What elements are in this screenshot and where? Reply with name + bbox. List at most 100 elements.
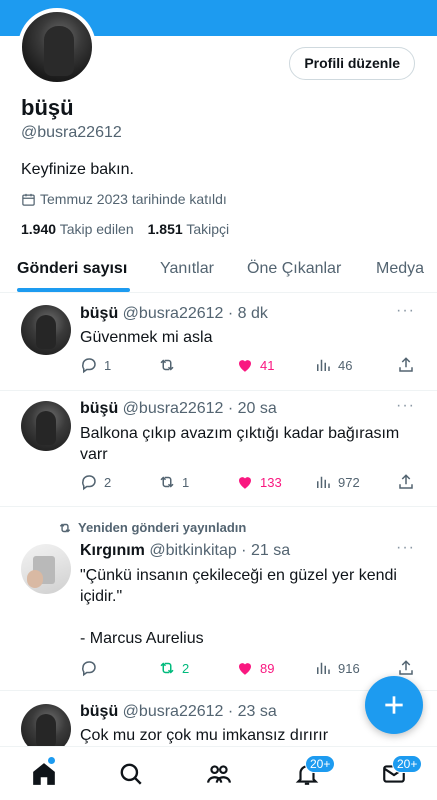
retweet-count: 1 [182,474,190,490]
tweet-meta: @busra22612 · 20 sa [122,400,277,417]
tweet-header: büşü @busra22612 · 20 sa [80,400,277,418]
like-button[interactable]: 89 [236,659,274,677]
heart-icon [239,360,251,372]
profile-avatar[interactable] [18,8,96,86]
tweet[interactable]: büşü @busra22612 · 20 sa ··· Balkona çık… [0,391,437,507]
reply-icon [82,358,96,374]
retweeted-text: Yeniden gönderi yayınladın [78,520,247,535]
retweet-button[interactable]: 2 [158,659,189,677]
profile-name: büşü [21,95,74,120]
tweet-text: Çok mu zor çok mu imkansız dırırır [80,727,329,744]
tab-posts[interactable]: Gönderi sayısı [17,260,127,278]
profile-tabs: Gönderi sayısı Yanıtlar Öne Çıkanlar Med… [0,250,437,293]
retweet-button[interactable]: 1 [158,473,189,491]
home-icon [33,763,55,785]
bottom-navigation: 20+ 20+ [0,746,437,800]
retweeted-label: Yeniden gönderi yayınladın [58,520,246,535]
reply-button[interactable]: 1 [80,356,111,374]
tab-media[interactable]: Medya [376,260,424,278]
views-icon [317,476,330,488]
tab-replies[interactable]: Yanıtlar [160,260,214,278]
followers-link[interactable]: 1.851 Takipçi [148,221,229,237]
like-button[interactable]: 133 [236,473,282,491]
notifications-badge: 20+ [305,755,336,773]
edit-profile-button[interactable]: Profili düzenle [289,47,415,80]
more-icon[interactable]: ··· [396,302,415,320]
retweet-count: 2 [182,660,190,676]
like-count: 133 [260,474,282,490]
active-tab-indicator [17,288,130,292]
share-icon [399,357,413,372]
views-button[interactable]: 46 [314,356,352,374]
tweet[interactable]: büşü @busra22612 · 8 dk ··· Güvenmek mi … [0,294,437,391]
tweet-author-name[interactable]: Kırgınım [80,542,145,559]
tweet-text: Balkona çıkıp avazım çıktığı kadar bağır… [80,425,404,463]
tweet[interactable]: Yeniden gönderi yayınladın Kırgınım @bit… [0,507,437,691]
tweet-author-name[interactable]: büşü [80,305,118,322]
heart-icon [239,477,251,489]
reply-button[interactable] [80,659,104,677]
communities-icon [207,765,231,783]
share-button[interactable] [397,356,415,374]
like-count: 41 [260,357,275,373]
calendar-icon [22,193,35,206]
nav-home[interactable] [31,761,57,787]
views-button[interactable]: 972 [314,473,360,491]
nav-communities[interactable] [206,761,232,787]
tab-highlights[interactable]: Öne Çıkanlar [247,260,341,278]
tweet-header: Kırgınım @bitkinkitap · 21 sa [80,542,290,560]
retweet-icon [59,523,71,532]
views-count: 916 [338,660,360,676]
views-button[interactable]: 916 [314,659,360,677]
profile-handle: @busra22612 [21,124,122,141]
compose-button[interactable] [365,676,423,734]
like-button[interactable]: 41 [236,356,274,374]
tweet-text: "Çünkü insanın çekileceği en güzel yer k… [80,567,397,647]
reply-icon [82,661,96,677]
avatar[interactable] [21,544,71,594]
reply-button[interactable]: 2 [80,473,111,491]
tweet-author-name[interactable]: büşü [80,400,118,417]
reply-count: 1 [104,357,112,373]
profile-bio: Keyfinize bakın. [21,161,134,178]
plus-icon [385,696,403,714]
reply-icon [82,475,96,491]
nav-search[interactable] [118,761,144,787]
avatar[interactable] [21,305,71,355]
tweet-header: büşü @busra22612 · 8 dk [80,305,268,323]
retweet-icon [160,359,174,371]
share-button[interactable] [397,659,415,677]
messages-badge: 20+ [392,755,423,773]
search-icon [120,763,142,785]
more-icon[interactable]: ··· [396,539,415,557]
share-button[interactable] [397,473,415,491]
tweet-text: Güvenmek mi asla [80,329,213,346]
tweet-author-name[interactable]: büşü [80,703,118,720]
following-link[interactable]: 1.940 Takip edilen [21,221,134,237]
tweet-header: büşü @busra22612 · 23 sa [80,703,277,721]
views-count: 972 [338,474,360,490]
share-icon [399,660,413,675]
heart-icon [239,663,251,675]
retweet-icon [160,662,174,674]
tweet-meta: @busra22612 · 8 dk [122,305,268,322]
reply-count: 2 [104,474,112,490]
views-icon [317,359,330,371]
share-icon [399,474,413,489]
tweet-actions: 2 89 916 [80,659,416,679]
avatar[interactable] [21,704,71,746]
tweet-actions: 1 41 46 [80,356,416,376]
tweet-actions: 2 1 133 972 [80,473,416,493]
like-count: 89 [260,660,275,676]
tweet-meta: @busra22612 · 23 sa [122,703,277,720]
follow-stats: 1.940 Takip edilen 1.851 Takipçi [21,221,229,237]
more-icon[interactable]: ··· [396,397,415,415]
views-icon [317,662,330,674]
retweet-icon [160,476,174,488]
joined-date: Temmuz 2023 tarihinde katıldı [21,191,227,207]
avatar[interactable] [21,401,71,451]
tweet-meta: @bitkinkitap · 21 sa [149,542,291,559]
joined-text: Temmuz 2023 tarihinde katıldı [40,191,227,207]
retweet-button[interactable] [158,356,182,374]
home-unread-dot [48,757,55,764]
